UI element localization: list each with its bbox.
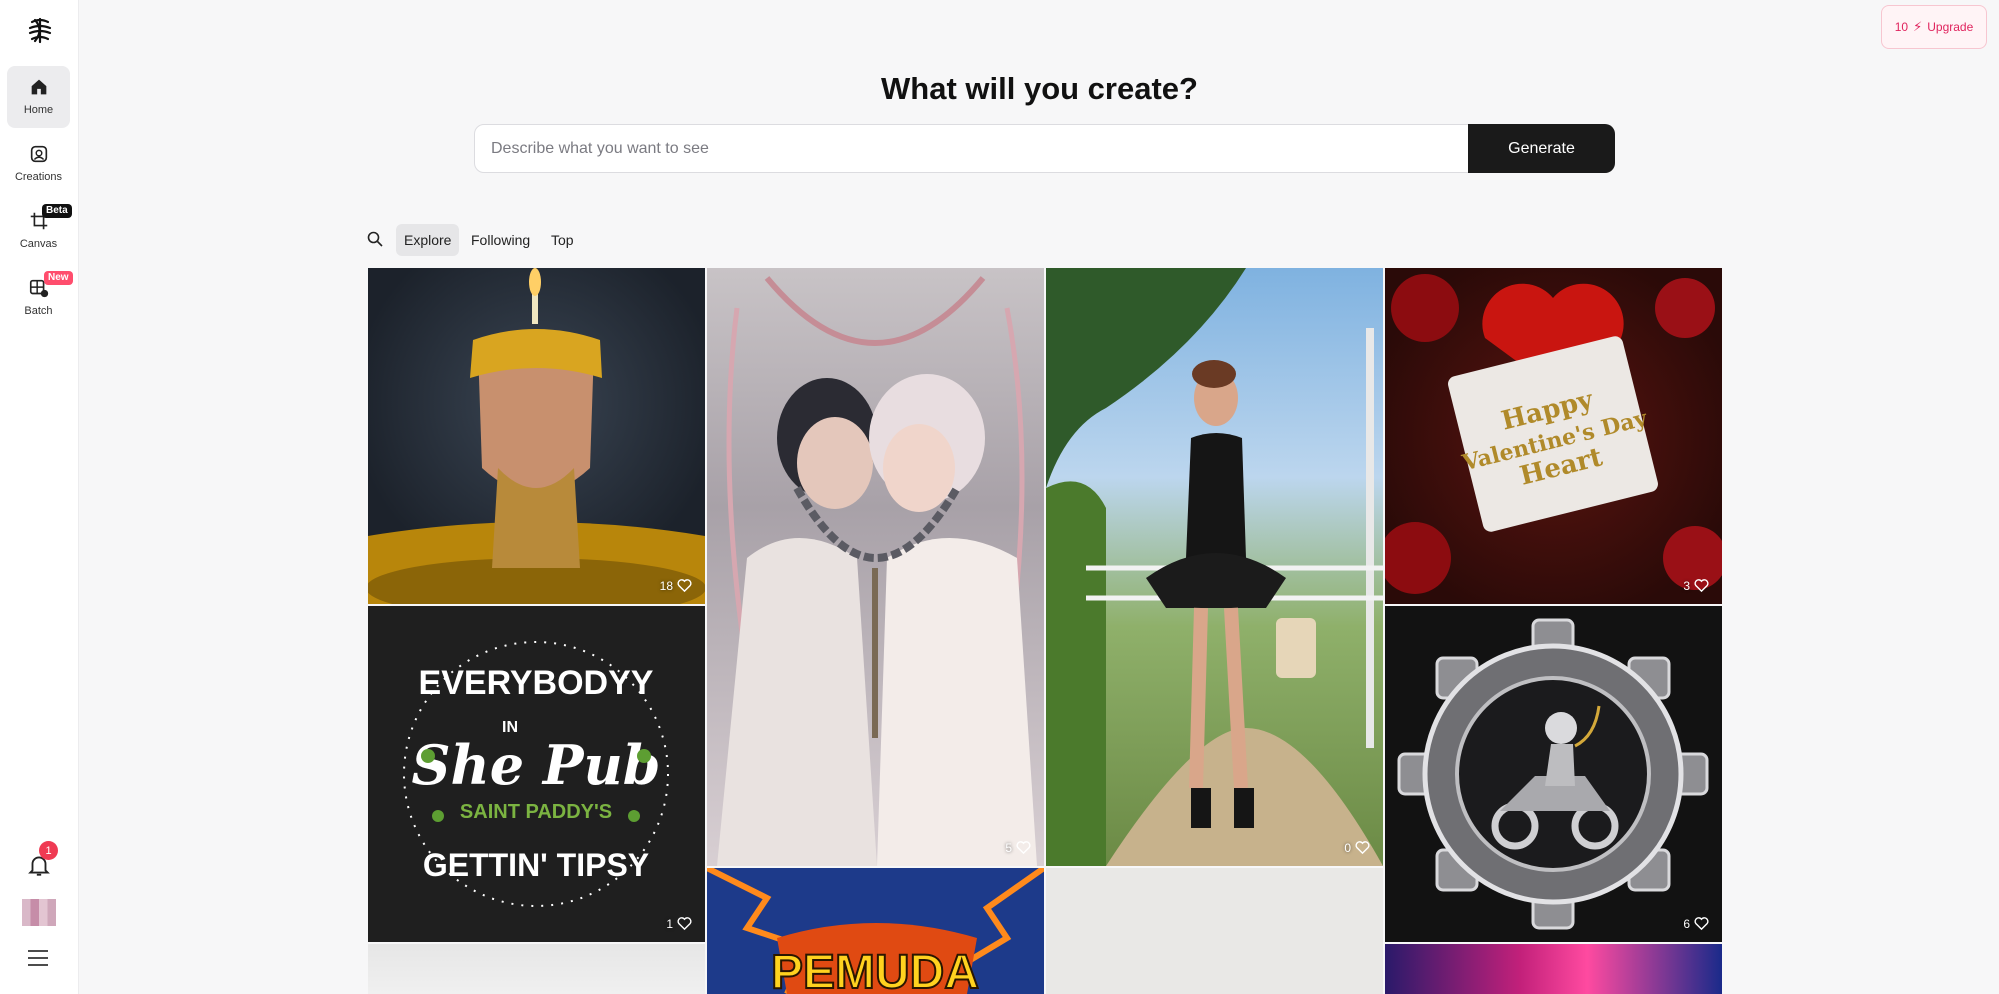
pub-sub-text: SAINT PADDY'S (460, 801, 612, 823)
gallery-image-wax-man[interactable]: 18 (368, 268, 705, 604)
credits-count: 10 (1894, 20, 1909, 34)
pub-bottom-text: GETTIN' TIPSY (423, 847, 649, 883)
gallery-image-pub[interactable]: EVERYBODYY IN She Pub SAINT PADDY'S GETT… (368, 606, 705, 942)
heart-icon (1694, 579, 1709, 593)
pemuda-text: PEMUDA (771, 946, 979, 994)
gear-scooter-art (1397, 618, 1709, 930)
image-icon (30, 145, 47, 163)
like-count-value: 18 (659, 578, 673, 593)
wax-portrait-art (368, 268, 705, 604)
sidebar-item-creations[interactable]: Creations (7, 133, 70, 195)
sidebar-item-label: Creations (14, 171, 63, 183)
tab-following[interactable]: Following (463, 224, 538, 256)
new-badge: New (44, 271, 73, 285)
sidebar-item-batch[interactable]: New Batch (7, 267, 73, 329)
gallery-image-ballerina[interactable]: 0 (1046, 268, 1383, 866)
upgrade-button[interactable]: 10 ⚡ Upgrade (1881, 5, 1987, 49)
lightning-icon: ⚡ (1913, 19, 1923, 34)
like-count[interactable]: 5 (1005, 839, 1032, 856)
app-logo-icon[interactable] (24, 14, 56, 46)
like-count-value: 3 (1683, 578, 1690, 593)
prompt-input[interactable] (491, 125, 1491, 172)
sidebar-item-label: Canvas (19, 238, 58, 250)
pub-top-text: EVERYBODYY (419, 664, 654, 702)
notification-count-badge: 1 (39, 841, 58, 860)
pub-design-art: EVERYBODYY IN She Pub SAINT PADDY'S GETT… (403, 641, 669, 907)
prompt-box (474, 124, 1615, 173)
like-count-value: 0 (1344, 840, 1351, 855)
heart-icon (1355, 841, 1370, 855)
pemuda-art: PEMUDA (707, 868, 1044, 994)
hamburger-menu-icon[interactable] (26, 948, 50, 968)
search-icon[interactable] (367, 231, 383, 247)
gallery-image-neon[interactable] (1385, 944, 1722, 994)
generate-button[interactable]: Generate (1468, 124, 1615, 173)
heart-icon (677, 917, 692, 931)
ballerina-art (1046, 268, 1383, 866)
heart-icon (1694, 917, 1709, 931)
like-count[interactable]: 6 (1683, 915, 1710, 932)
gallery-image-loading[interactable] (1046, 868, 1383, 994)
gallery-image-pemuda[interactable]: PEMUDA (707, 868, 1044, 994)
gallery-image-partial[interactable] (368, 944, 705, 994)
couple-art (717, 276, 1037, 866)
gallery-image-gear-scooter[interactable]: 6 (1385, 606, 1722, 942)
like-count-value: 1 (666, 916, 673, 931)
sidebar: Home Creations Beta Canvas New Batch 1 (0, 0, 79, 994)
tab-top[interactable]: Top (543, 224, 582, 256)
like-count-value: 5 (1005, 840, 1012, 855)
beta-badge: Beta (42, 204, 72, 218)
valentine-art: Happy Valentine's Day Heart (1385, 274, 1722, 594)
sidebar-item-label: Batch (24, 305, 53, 317)
tab-explore[interactable]: Explore (396, 224, 460, 256)
like-count[interactable]: 18 (660, 577, 693, 594)
page-title: What will you create? (881, 71, 1198, 106)
heart-icon (1016, 841, 1031, 855)
gallery-image-couple[interactable]: 5 (707, 268, 1044, 866)
like-count-value: 6 (1683, 916, 1690, 931)
upgrade-label: Upgrade (1927, 20, 1974, 34)
pub-main-text: She Pub (411, 733, 660, 797)
sidebar-item-canvas[interactable]: Beta Canvas (7, 200, 72, 262)
heart-icon (677, 579, 692, 593)
gallery-image-valentine[interactable]: Happy Valentine's Day Heart 3 (1385, 268, 1722, 604)
like-count[interactable]: 1 (666, 915, 693, 932)
avatar[interactable] (22, 899, 56, 926)
like-count[interactable]: 0 (1344, 839, 1371, 856)
like-count[interactable]: 3 (1683, 577, 1710, 594)
